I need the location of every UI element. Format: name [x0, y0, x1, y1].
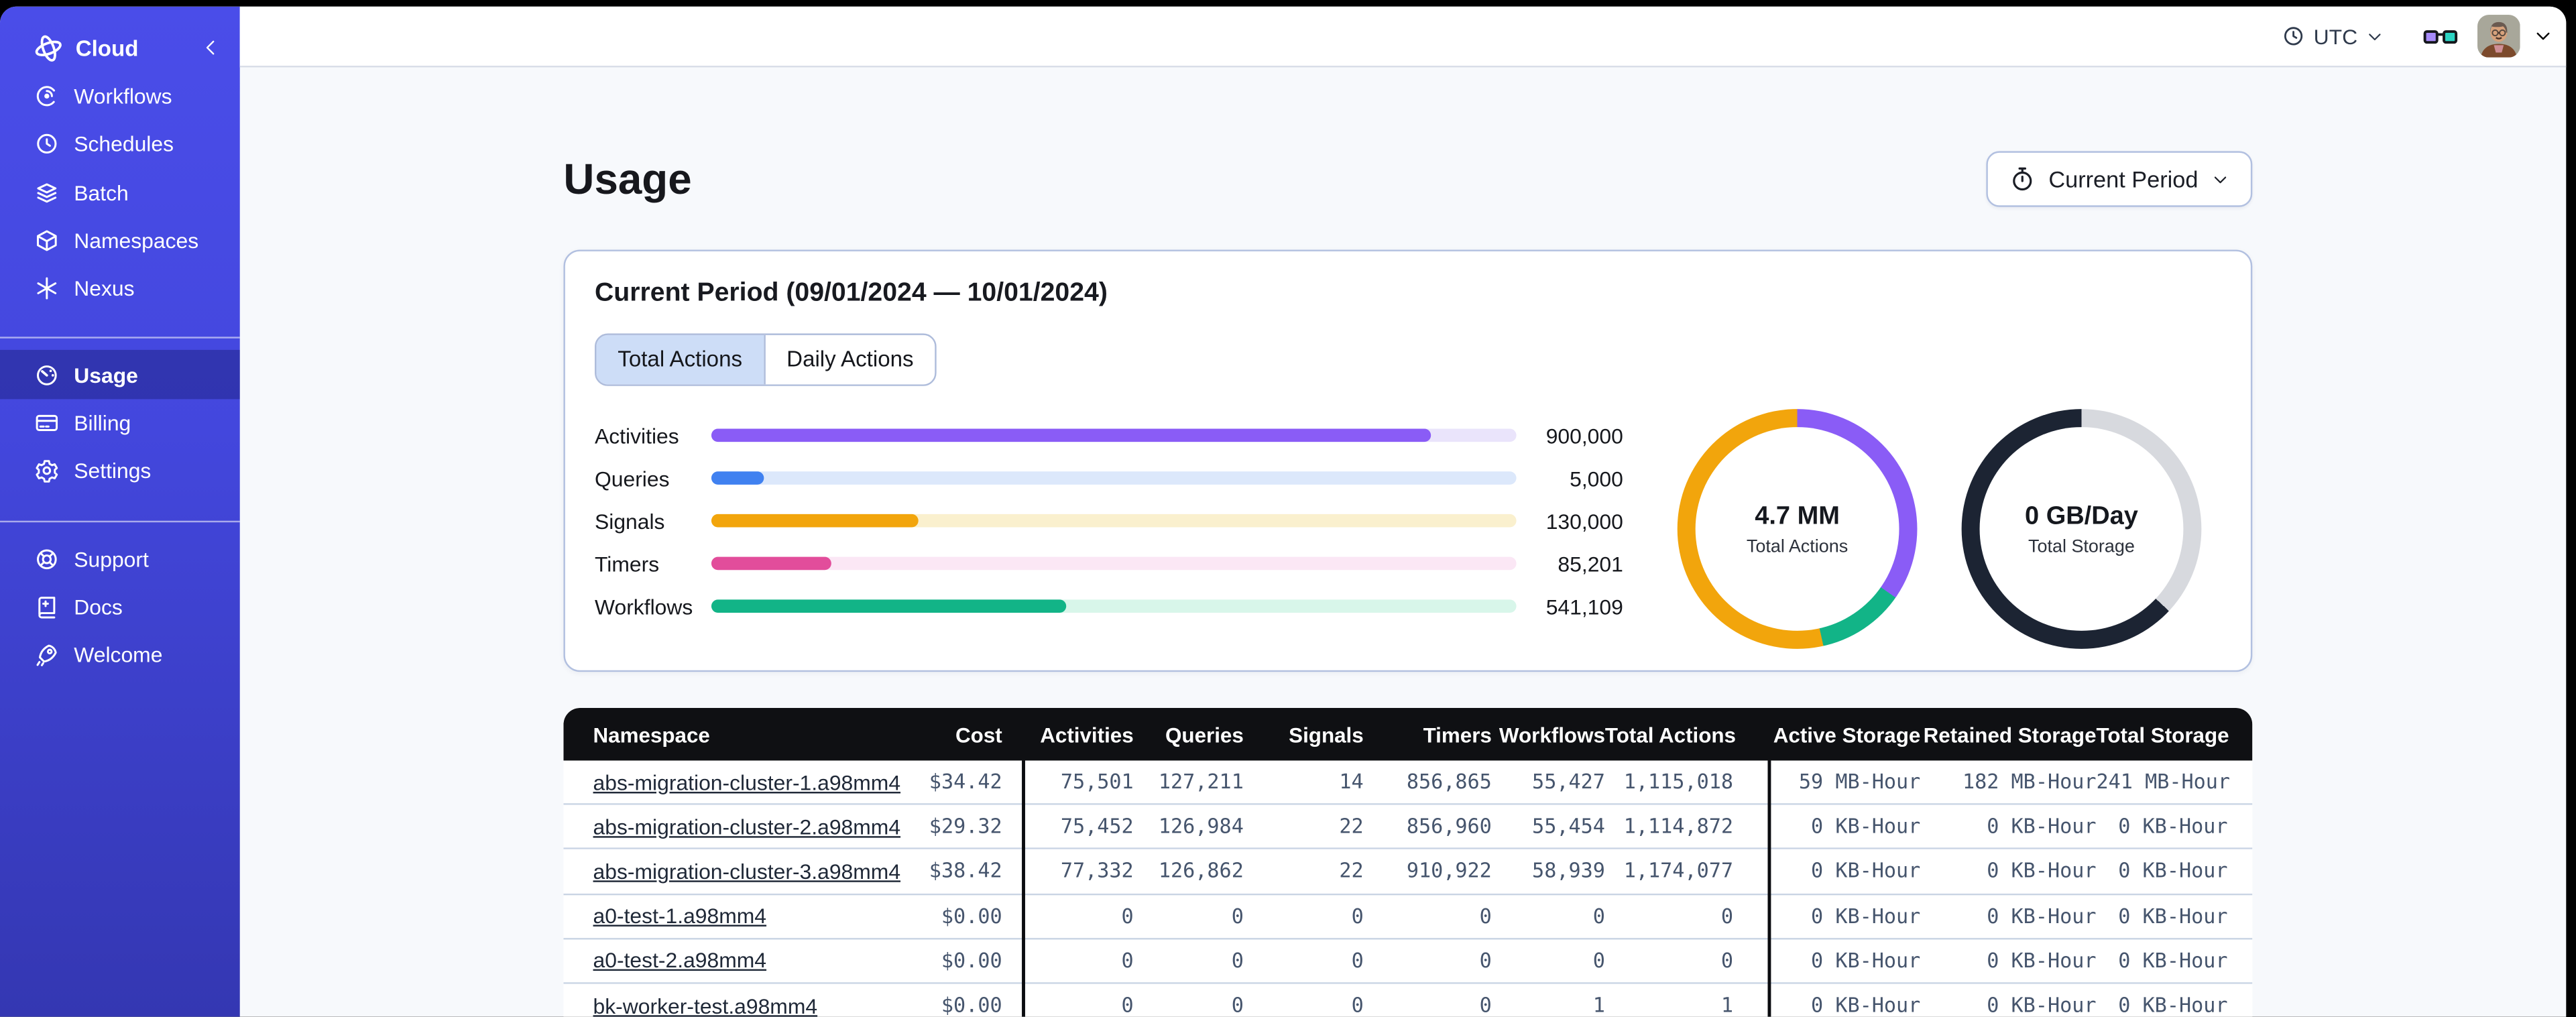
usage-summary-card: Current Period (09/01/2024 — 10/01/2024)…	[563, 249, 2253, 672]
usage-icon	[34, 363, 59, 387]
namespace-link[interactable]: abs-migration-cluster-3.a98mm4	[593, 859, 901, 884]
bar-fill	[711, 428, 1431, 442]
table-row: abs-migration-cluster-2.a98mm4 $29.32 75,4…	[563, 805, 2253, 850]
sidebar-nav-account: Usage Billing Settings	[0, 351, 240, 495]
support-icon	[34, 546, 59, 571]
sidebar-item-batch[interactable]: Batch	[0, 168, 240, 217]
namespace-link[interactable]: a0-test-2.a98mm4	[593, 949, 767, 973]
sidebar-item-nexus[interactable]: Nexus	[0, 265, 240, 313]
table-body: abs-migration-cluster-1.a98mm4 $34.42 75,5…	[563, 760, 2253, 1017]
sidebar-item-namespaces[interactable]: Namespaces	[0, 217, 240, 265]
bar-fill	[711, 514, 919, 528]
billing-icon	[34, 410, 59, 435]
actions-tab-group: Total Actions Daily Actions	[594, 333, 937, 386]
tab-daily-actions[interactable]: Daily Actions	[763, 335, 935, 385]
topbar: UTC	[239, 6, 2567, 68]
schedules-icon	[34, 132, 59, 157]
feedback-glasses-button[interactable]	[2423, 25, 2458, 47]
page-title: Usage	[563, 154, 692, 203]
sidebar-collapse-button[interactable]	[200, 38, 220, 57]
card-title: Current Period (09/01/2024 — 10/01/2024)	[594, 279, 1108, 308]
table-header: Namespace Cost Activities Queries Signals Tim…	[563, 708, 2253, 761]
column-header-timers: Timers	[1423, 721, 1492, 747]
sidebar: Cloud Workflows Schedules Batch Namespaces N…	[0, 6, 240, 1017]
sidebar-title: Cloud	[75, 35, 139, 60]
nexus-icon	[34, 276, 59, 301]
timezone-label: UTC	[2313, 23, 2358, 49]
sidebar-item-workflows[interactable]: Workflows	[0, 72, 240, 121]
bar-fill	[711, 471, 765, 485]
sidebar-item-schedules[interactable]: Schedules	[0, 121, 240, 169]
column-header-queries: Queries	[1165, 721, 1244, 747]
bar-track	[711, 428, 1517, 442]
namespaces-icon	[34, 229, 59, 253]
table-row: a0-test-2.a98mm4 $0.00 0 0 0 0 0 0 0 KB-Hour 0 KB…	[563, 939, 2253, 984]
namespace-link[interactable]: a0-test-1.a98mm4	[593, 904, 767, 929]
table-row: a0-test-1.a98mm4 $0.00 0 0 0 0 0 0 0 KB-Hour 0 KB…	[563, 894, 2253, 939]
app: Cloud Workflows Schedules Batch Namespaces N…	[0, 0, 2576, 1017]
sidebar-divider	[0, 521, 240, 524]
sidebar-item-welcome[interactable]: Welcome	[0, 631, 240, 679]
sidebar-item-docs[interactable]: Docs	[0, 583, 240, 631]
docs-icon	[34, 595, 59, 619]
table-row: abs-migration-cluster-3.a98mm4 $38.42 77,3…	[563, 849, 2253, 895]
temporal-logo-icon	[33, 32, 64, 64]
column-header-cost: Cost	[955, 721, 1002, 747]
column-header-active-storage: Active Storage	[1773, 721, 1921, 747]
sidebar-item-usage[interactable]: Usage	[0, 351, 240, 399]
column-header-activities: Activities	[1040, 721, 1134, 747]
welcome-icon	[34, 642, 59, 667]
batch-icon	[34, 180, 59, 205]
bar-track	[711, 514, 1517, 528]
stopwatch-icon	[2009, 166, 2036, 192]
workflows-icon	[34, 84, 59, 109]
glasses-icon	[2423, 25, 2458, 47]
period-selector-button[interactable]: Current Period	[1986, 151, 2253, 207]
sidebar-header: Cloud	[0, 23, 240, 72]
column-header-total-storage: Total Storage	[2096, 721, 2229, 747]
namespace-link[interactable]: bk-worker-test.a98mm4	[593, 993, 818, 1016]
sidebar-item-settings[interactable]: Settings	[0, 447, 240, 495]
browser-window: Cloud Workflows Schedules Batch Namespaces N…	[0, 6, 2567, 1017]
avatar[interactable]	[2477, 15, 2520, 58]
timezone-picker[interactable]: UTC	[2282, 23, 2384, 49]
usage-table: Namespace Cost Activities Queries Signals Tim…	[563, 708, 2253, 1017]
table-row: abs-migration-cluster-1.a98mm4 $34.42 75,5…	[563, 760, 2253, 806]
bar-fill	[711, 556, 831, 571]
chevron-down-icon	[2211, 170, 2229, 188]
column-header-workflows: Workflows	[1499, 721, 1605, 747]
sidebar-item-billing[interactable]: Billing	[0, 399, 240, 447]
column-header-namespace: Namespace	[593, 721, 710, 747]
table-divider	[1022, 760, 1024, 1017]
sidebar-nav-primary: Workflows Schedules Batch Namespaces Nexus	[0, 72, 240, 313]
usage-bar-workflows: Workflows 541,109	[594, 593, 1623, 619]
usage-bar-activities: Activities 900,000	[594, 422, 1623, 448]
main: Usage Current Period Current Period (09/…	[240, 67, 2567, 1017]
column-header-retained-storage: Retained Storage	[1923, 721, 2097, 747]
table-row: bk-worker-test.a98mm4 $0.00 0 0 0 0 1 1 0 KB-Hou…	[563, 983, 2253, 1017]
namespace-link[interactable]: abs-migration-cluster-2.a98mm4	[593, 815, 901, 839]
sidebar-item-support[interactable]: Support	[0, 534, 240, 583]
table-divider	[1767, 760, 1771, 1017]
sidebar-divider	[0, 337, 240, 339]
column-header-total-actions: Total Actions	[1604, 721, 1737, 747]
bar-fill	[711, 599, 1066, 613]
user-menu-chevron-icon[interactable]	[2533, 26, 2553, 46]
period-selector-label: Current Period	[2048, 166, 2199, 192]
bar-track	[711, 471, 1517, 485]
bar-track	[711, 556, 1517, 571]
donut-total-actions: 4.7 MM Total Actions	[1677, 409, 1918, 649]
namespace-link[interactable]: abs-migration-cluster-1.a98mm4	[593, 770, 901, 794]
chevron-down-icon	[2365, 27, 2384, 45]
settings-icon	[34, 459, 59, 483]
content-area: UTC Usage Current Period Current Period …	[239, 6, 2567, 1017]
clock-icon	[2282, 25, 2305, 48]
sidebar-nav-secondary: Support Docs Welcome	[0, 534, 240, 678]
donut-total-storage: 0 GB/Day Total Storage	[1961, 409, 2202, 649]
tab-total-actions[interactable]: Total Actions	[596, 335, 764, 385]
column-header-signals: Signals	[1289, 721, 1364, 747]
bar-track	[711, 599, 1517, 613]
